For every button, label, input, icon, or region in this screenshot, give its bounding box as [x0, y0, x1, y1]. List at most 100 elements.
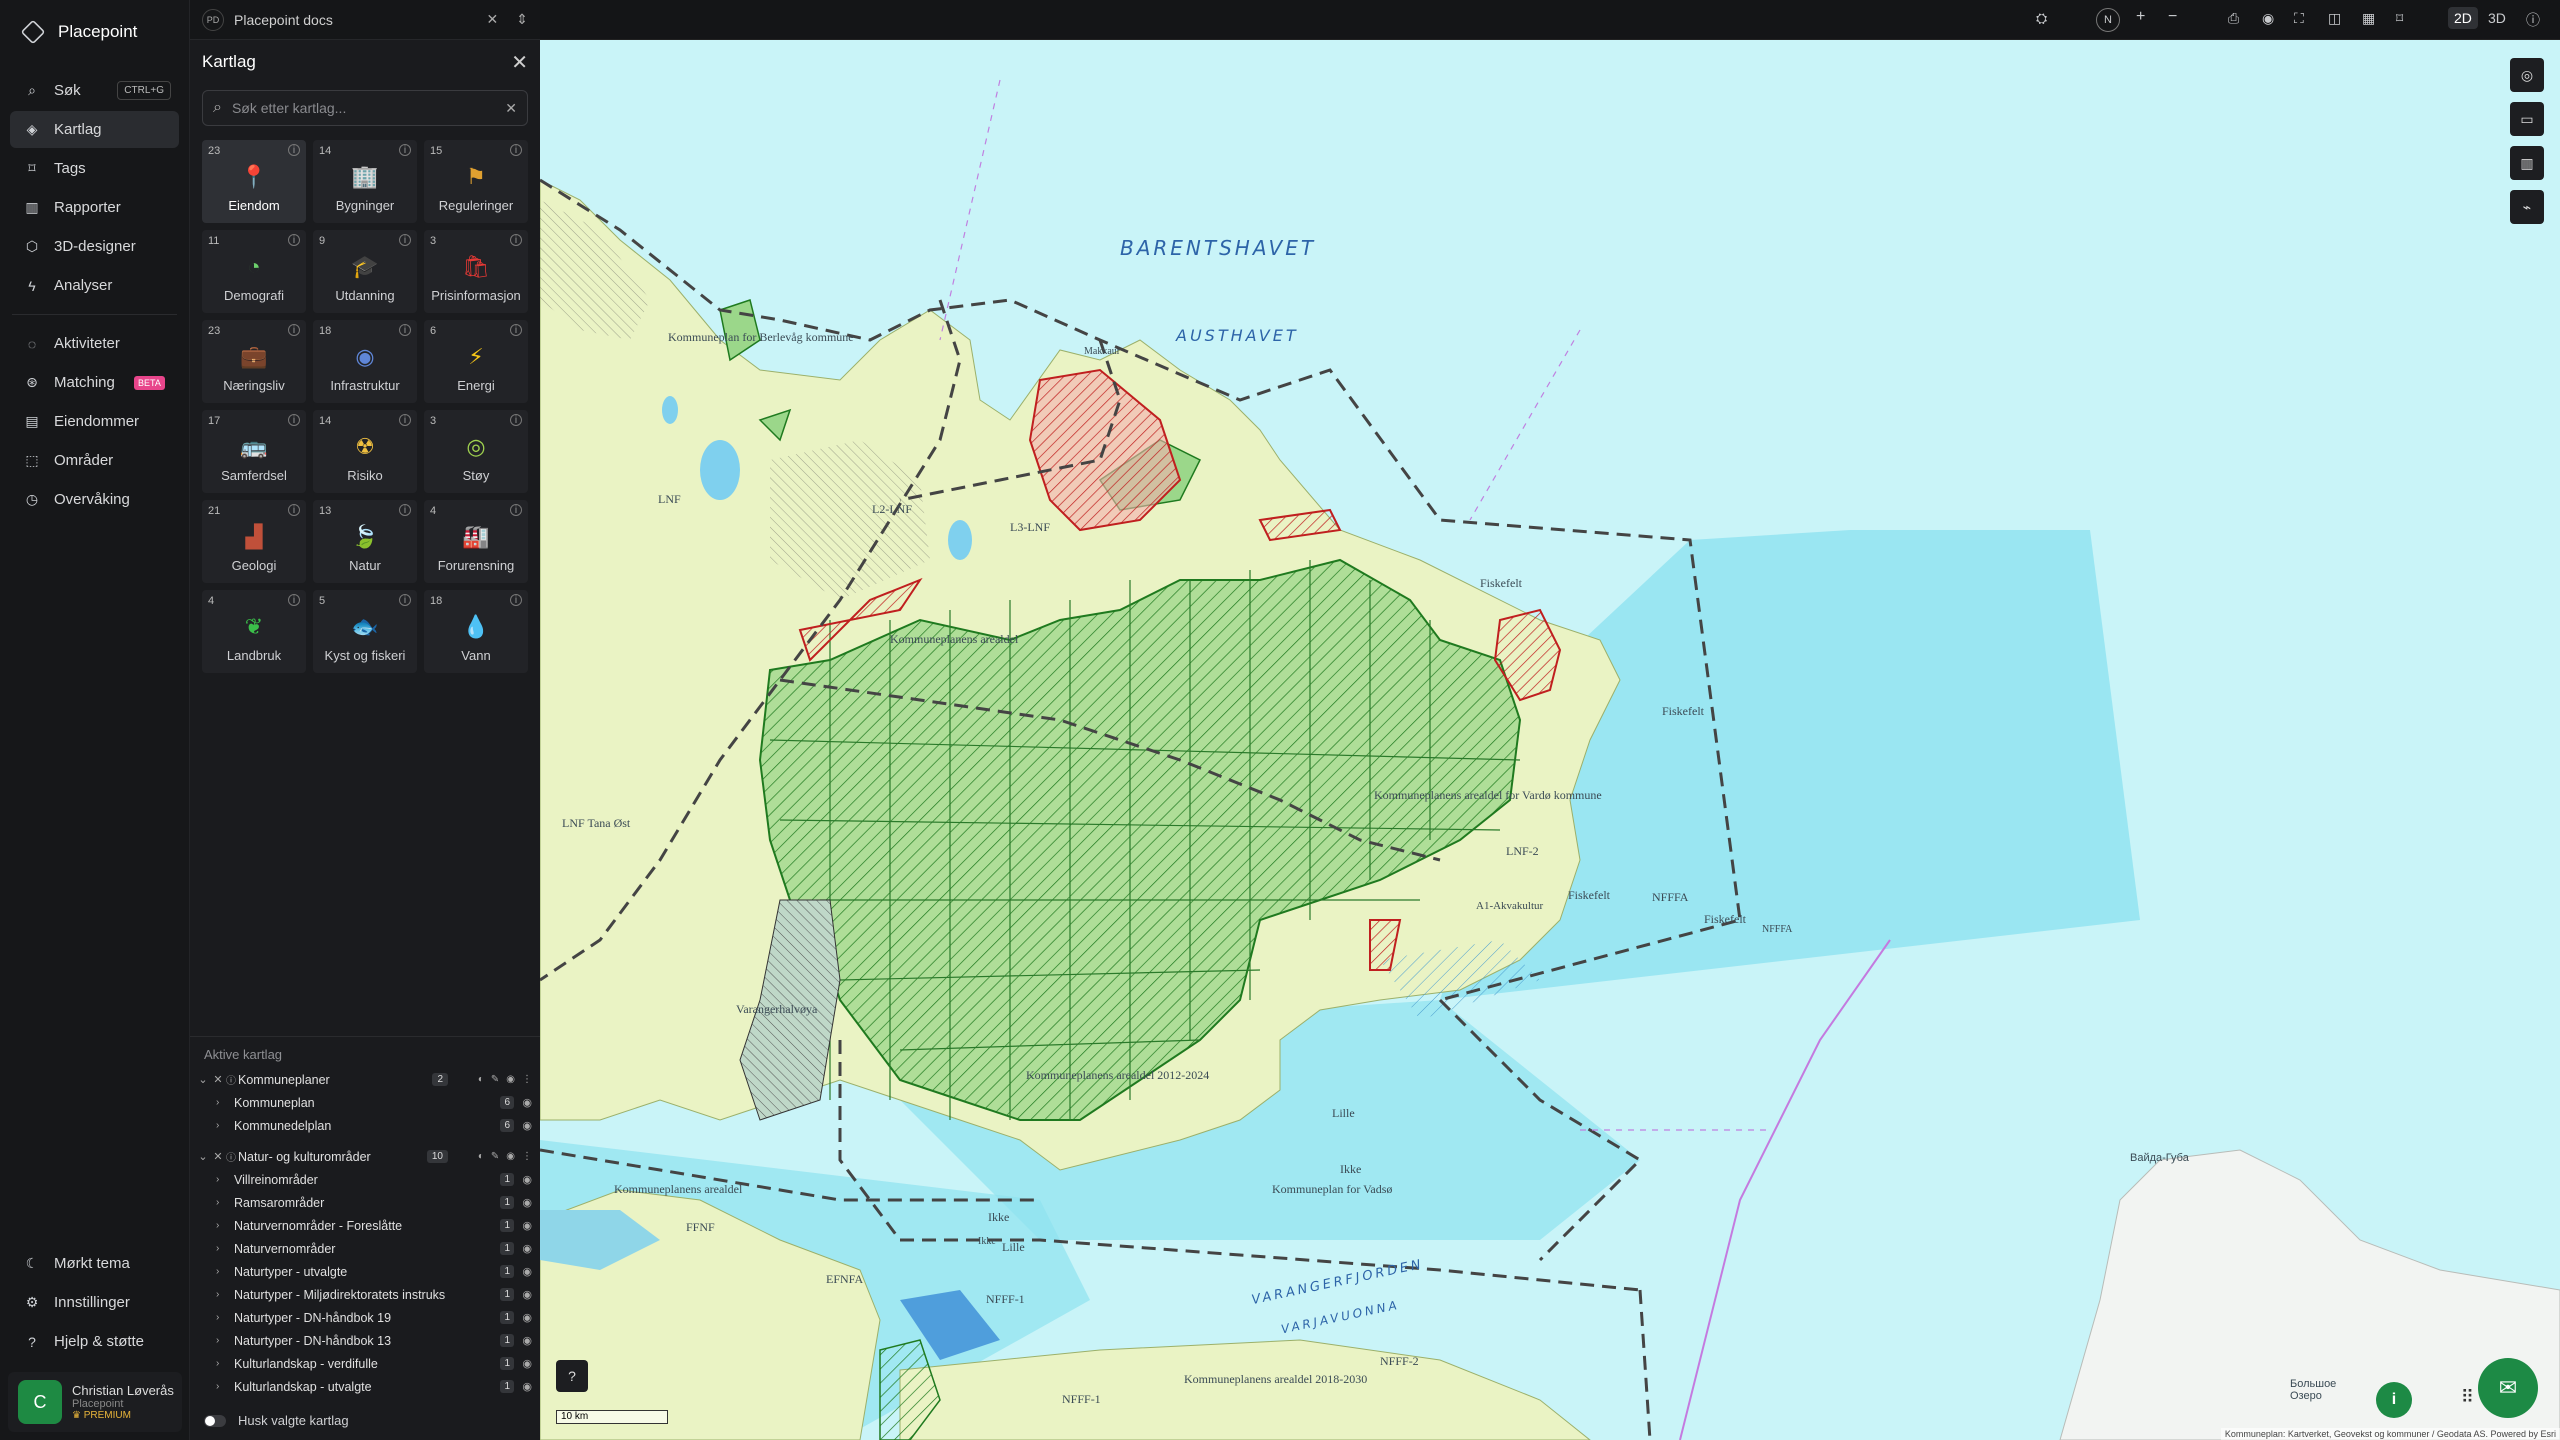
- layer-row[interactable]: › Naturvernområder - Foreslåtte 1 ◉: [190, 1214, 540, 1237]
- eye-icon[interactable]: ◉: [522, 1119, 532, 1132]
- remember-layers[interactable]: Husk valgte kartlag: [204, 1413, 349, 1428]
- layer-row[interactable]: › Kulturlandskap - utvalgte 1 ◉: [190, 1375, 540, 1398]
- nav-activities[interactable]: ◌ Aktiviteter: [10, 325, 179, 362]
- share-icon[interactable]: ⛭: [2036, 10, 2047, 27]
- info-icon[interactable]: ⓘ: [2526, 10, 2540, 30]
- info-button[interactable]: i: [2376, 1382, 2412, 1418]
- chevron-right-icon[interactable]: ›: [216, 1266, 228, 1277]
- eye-icon[interactable]: ◉: [522, 1311, 532, 1324]
- layer-row[interactable]: › Naturtyper - DN-håndbok 13 1 ◉: [190, 1329, 540, 1352]
- map-canvas[interactable]: [540, 40, 2560, 1440]
- nav-search[interactable]: ⌕ Søk CTRL+G: [10, 72, 179, 109]
- nav-3d-designer[interactable]: ⬡ 3D-designer: [10, 228, 179, 265]
- chat-button[interactable]: ✉: [2478, 1358, 2538, 1418]
- close-icon[interactable]: ✕: [487, 11, 499, 28]
- chevron-right-icon[interactable]: ›: [216, 1335, 228, 1346]
- info-icon[interactable]: i: [288, 234, 300, 246]
- chevron-right-icon[interactable]: ›: [216, 1097, 228, 1108]
- map-help-button[interactable]: ?: [556, 1360, 588, 1392]
- category-tile-risiko[interactable]: 14 i ☢ Risiko: [313, 410, 417, 493]
- layer-row[interactable]: › Kommuneplan 6 ◉: [190, 1091, 540, 1114]
- chevron-right-icon[interactable]: ›: [216, 1312, 228, 1323]
- eye-icon[interactable]: ◉: [522, 1219, 532, 1232]
- category-tile-vann[interactable]: 18 i 💧 Vann: [424, 590, 528, 673]
- category-tile-reguleringer[interactable]: 15 i ⚑ Reguleringer: [424, 140, 528, 223]
- expand-icon[interactable]: ⇕: [516, 11, 528, 28]
- zoom-in-button[interactable]: +: [2136, 8, 2145, 26]
- chevron-right-icon[interactable]: ›: [216, 1120, 228, 1131]
- remove-icon[interactable]: ✕: [210, 1073, 226, 1086]
- opacity-icon[interactable]: ◐: [478, 1151, 484, 1162]
- map-view[interactable]: BARENTSHAVET AUSTHAVET VARANGERFJORDEN V…: [540, 40, 2560, 1440]
- info-icon[interactable]: i: [510, 414, 522, 426]
- info-icon[interactable]: i: [510, 144, 522, 156]
- grip-icon[interactable]: ⠿: [2461, 1387, 2474, 1408]
- category-tile-samferdsel[interactable]: 17 i 🚌 Samferdsel: [202, 410, 306, 493]
- layer-row[interactable]: › Naturtyper - utvalgte 1 ◉: [190, 1260, 540, 1283]
- layer-row[interactable]: › Naturtyper - Miljødirektoratets instruk…: [190, 1283, 540, 1306]
- chevron-right-icon[interactable]: ›: [216, 1358, 228, 1369]
- category-tile-landbruk[interactable]: 4 i ❦ Landbruk: [202, 590, 306, 673]
- category-tile-energi[interactable]: 6 i ⚡ Energi: [424, 320, 528, 403]
- camera-icon[interactable]: ◫: [2328, 10, 2341, 27]
- category-tile-demografi[interactable]: 11 i ◔ Demografi: [202, 230, 306, 313]
- eye-icon[interactable]: ◉: [522, 1096, 532, 1109]
- info-icon[interactable]: ⓘ: [226, 1072, 236, 1087]
- eye-icon[interactable]: ◉: [522, 1265, 532, 1278]
- eye-icon[interactable]: ◉: [522, 1242, 532, 1255]
- bookmark-icon[interactable]: ⌑: [2396, 10, 2403, 27]
- fullscreen-icon[interactable]: ⛶: [2294, 10, 2304, 27]
- info-icon[interactable]: i: [399, 594, 411, 606]
- zoom-out-button[interactable]: −: [2168, 8, 2177, 26]
- info-icon[interactable]: i: [399, 414, 411, 426]
- nav-tags[interactable]: ⌑ Tags: [10, 150, 179, 187]
- nav-matching[interactable]: ⊛ Matching BETA: [10, 364, 179, 401]
- layer-search-input[interactable]: [231, 100, 496, 116]
- layer-row[interactable]: › Kommunedelplan 6 ◉: [190, 1114, 540, 1137]
- info-icon[interactable]: i: [399, 324, 411, 336]
- info-icon[interactable]: i: [288, 504, 300, 516]
- nav-dark-theme[interactable]: ☾ Mørkt tema: [10, 1245, 180, 1282]
- info-icon[interactable]: i: [399, 504, 411, 516]
- category-tile-prisinformasjon[interactable]: 3 i 🛍 Prisinformasjon: [424, 230, 528, 313]
- eye-icon[interactable]: ◉: [522, 1357, 532, 1370]
- layer-group-kommuneplaner[interactable]: ⌄ ✕ ⓘ Kommuneplaner 2 ◐ ✎ ◉ ⋮: [190, 1068, 540, 1091]
- category-tile-eiendom[interactable]: 23 i 📍 Eiendom: [202, 140, 306, 223]
- opacity-icon[interactable]: ◐: [478, 1074, 484, 1085]
- category-tile-infrastruktur[interactable]: 18 i ◉ Infrastruktur: [313, 320, 417, 403]
- mode-2d-button[interactable]: 2D: [2448, 7, 2478, 29]
- layer-row[interactable]: › Kulturlandskap - verdifulle 1 ◉: [190, 1352, 540, 1375]
- close-panel-icon[interactable]: ✕: [511, 50, 528, 75]
- eye-icon[interactable]: ◉: [506, 1074, 515, 1085]
- chevron-down-icon[interactable]: ⌄: [196, 1150, 210, 1163]
- layers-tool-button[interactable]: ◎: [2510, 58, 2544, 92]
- info-icon[interactable]: i: [510, 504, 522, 516]
- brand[interactable]: Placepoint: [0, 0, 189, 64]
- nav-help[interactable]: ? Hjelp & støtte: [10, 1323, 180, 1360]
- eye-icon[interactable]: ◉: [522, 1334, 532, 1347]
- info-icon[interactable]: i: [288, 414, 300, 426]
- nav-monitoring[interactable]: ◷ Overvåking: [10, 481, 179, 518]
- chevron-down-icon[interactable]: ⌄: [196, 1073, 210, 1086]
- category-tile-forurensning[interactable]: 4 i 🏭 Forurensning: [424, 500, 528, 583]
- measure-tool-button[interactable]: ▭: [2510, 102, 2544, 136]
- clear-icon[interactable]: ✕: [505, 100, 517, 117]
- layer-row[interactable]: › Ramsarområder 1 ◉: [190, 1191, 540, 1214]
- category-tile-geologi[interactable]: 21 i ▟ Geologi: [202, 500, 306, 583]
- category-tile-natur[interactable]: 13 i 🍃 Natur: [313, 500, 417, 583]
- chevron-right-icon[interactable]: ›: [216, 1381, 228, 1392]
- nav-reports[interactable]: ▥ Rapporter: [10, 189, 179, 226]
- info-icon[interactable]: i: [288, 594, 300, 606]
- eye-icon[interactable]: ◉: [522, 1196, 532, 1209]
- layer-row[interactable]: › Naturtyper - DN-håndbok 19 1 ◉: [190, 1306, 540, 1329]
- remove-icon[interactable]: ✕: [210, 1150, 226, 1163]
- layer-row[interactable]: › Naturvernområder 1 ◉: [190, 1237, 540, 1260]
- remember-toggle[interactable]: [204, 1414, 226, 1427]
- user-card[interactable]: C Christian Løverås Placepoint ♛ PREMIUM: [8, 1372, 182, 1432]
- compass-button[interactable]: N: [2096, 8, 2120, 32]
- chevron-right-icon[interactable]: ›: [216, 1174, 228, 1185]
- edit-icon[interactable]: ✎: [491, 1151, 499, 1162]
- info-icon[interactable]: i: [399, 234, 411, 246]
- docs-tab[interactable]: PD Placepoint docs ✕ ⇕: [190, 0, 540, 40]
- chevron-right-icon[interactable]: ›: [216, 1289, 228, 1300]
